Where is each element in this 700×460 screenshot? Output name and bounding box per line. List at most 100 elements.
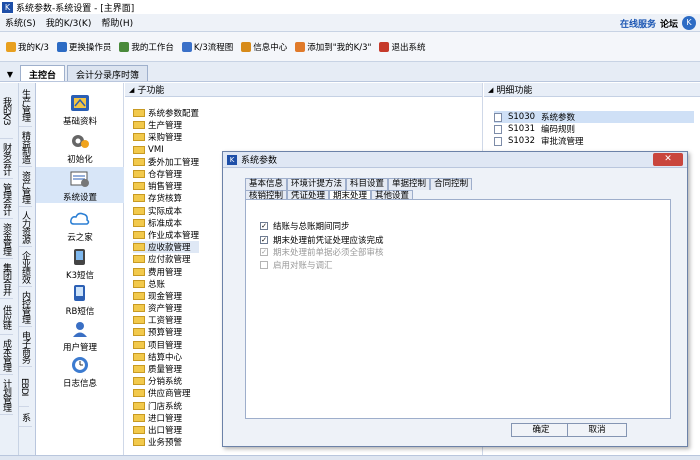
subfunction-item[interactable]: 采购管理 (133, 131, 199, 143)
subfunction-item[interactable]: 生产管理 (133, 119, 199, 131)
nav-management-accounting[interactable]: 管理会计 (0, 179, 13, 219)
nav-my-k3[interactable]: 我的K/3 (0, 83, 13, 139)
online-service-link[interactable]: 在线服务 (620, 17, 656, 30)
folder-icon (133, 316, 145, 325)
tab-menu-chevron-down-icon[interactable]: ▼ (4, 67, 16, 81)
cancel-button[interactable]: 取消 (567, 423, 627, 437)
checkbox[interactable]: ✓ (260, 236, 268, 244)
folder-icon (133, 340, 145, 349)
subfunction-item[interactable]: 销售管理 (133, 180, 199, 192)
tab-account-settings[interactable]: 科目设置 (346, 178, 389, 190)
module-cloud[interactable]: 云之家 (36, 209, 124, 243)
kingdee-icon[interactable]: K (682, 16, 696, 30)
nav-financial-accounting[interactable]: 财务会计 (0, 139, 13, 179)
nav-fund-management[interactable]: 资金管理 (0, 219, 13, 259)
subfunction-item[interactable]: 质量管理 (133, 363, 199, 375)
nav-system[interactable]: 系 (19, 407, 32, 427)
subfunction-item[interactable]: 分销系统 (133, 375, 199, 387)
menu-system[interactable]: 系统(S) (0, 16, 41, 29)
subfunction-item[interactable]: 资产管理 (133, 302, 199, 314)
forum-link[interactable]: 论坛 (660, 17, 678, 30)
toolbar-info-center[interactable]: 信息中心 (237, 41, 291, 53)
subfunction-item[interactable]: 费用管理 (133, 265, 199, 278)
toolbar-my-workbench[interactable]: 我的工作台 (115, 41, 178, 53)
document-icon (494, 112, 502, 122)
module-system-settings[interactable]: 系统设置 (36, 167, 124, 203)
module-base-data[interactable]: 基础资料 (36, 93, 124, 127)
tab-provision-method[interactable]: 环境计提方法 (287, 178, 347, 190)
subfunction-label: 作业成本管理 (148, 230, 200, 241)
subfunction-item[interactable]: 业务预警 (133, 436, 199, 448)
toolbar-flowchart[interactable]: K/3流程图 (178, 41, 237, 53)
nav-enterprise-performance[interactable]: 企业绩效 (19, 247, 32, 287)
subfunction-item[interactable]: 系统参数配置 (133, 107, 199, 119)
subfunction-label: 工资管理 (148, 316, 183, 327)
subfunction-item[interactable]: 供应商管理 (133, 387, 199, 399)
subfunction-item[interactable]: 进口管理 (133, 412, 199, 424)
toolbar-label: 我的K/3 (18, 42, 49, 53)
nav-internal-control[interactable]: 内控管理 (19, 287, 32, 327)
module-k3-sms[interactable]: K3短信 (36, 247, 124, 281)
folder-icon (133, 157, 145, 166)
nav-group-consolidation[interactable]: 集团合并 (0, 259, 13, 299)
nav-cost-management[interactable]: 成本管理 (0, 335, 13, 375)
nav-supply-chain[interactable]: 供应链 (0, 299, 13, 335)
subfunction-item[interactable]: VMI (133, 144, 199, 156)
subfunction-item[interactable]: 作业成本管理 (133, 229, 199, 241)
toolbar-switch-operator[interactable]: 更换操作员 (53, 41, 116, 53)
tab-journal[interactable]: 会计分录序时簿 (67, 65, 149, 81)
module-init[interactable]: 初始化 (36, 131, 124, 165)
subfunction-item[interactable]: 委外加工管理 (133, 156, 199, 168)
detail-item-approval-flow[interactable]: S1032 审批流管理 (494, 135, 694, 147)
cloud-icon (69, 209, 91, 229)
module-rb-sms[interactable]: RB短信 (36, 283, 124, 317)
option-sync-with-gl[interactable]: ✓ 结账与总账期间同步 (260, 220, 350, 232)
subfunction-item[interactable]: 门店系统 (133, 400, 199, 412)
subfunction-item[interactable]: 应收款管理 (133, 241, 200, 254)
subfunction-item[interactable]: 仓存管理 (133, 168, 199, 180)
ok-button[interactable]: 确定 (511, 423, 571, 437)
dialog-close-button[interactable]: ✕ (653, 153, 683, 166)
tab-document-control[interactable]: 单据控制 (388, 178, 431, 190)
subfunction-item[interactable]: 应付款管理 (133, 253, 199, 265)
module-user-management[interactable]: 用户管理 (36, 319, 124, 353)
subfunction-item[interactable]: 标准成本 (133, 217, 199, 229)
subfunction-label: 预算管理 (148, 328, 183, 339)
menu-help[interactable]: 帮助(H) (96, 16, 138, 29)
exit-icon (379, 41, 390, 52)
toolbar-add-to-my-k3[interactable]: 添加到"我的K/3" (291, 41, 375, 53)
nav-asset-management[interactable]: 资产管理 (19, 167, 32, 207)
subfunction-item[interactable]: 结算中心 (133, 351, 199, 363)
tab-main-console[interactable]: 主控台 (20, 65, 66, 81)
detail-item-system-params[interactable]: S1030 系统参数 (494, 111, 694, 123)
collapse-triangle-icon[interactable]: ◢ (129, 86, 134, 94)
folder-icon (133, 352, 145, 361)
collapse-triangle-icon[interactable]: ◢ (488, 86, 493, 94)
subfunction-label: 系统参数配置 (148, 109, 200, 120)
tab-contract-control[interactable]: 合同控制 (430, 178, 473, 190)
nav-plan-management[interactable]: 计划管理 (0, 375, 13, 415)
subfunction-item[interactable]: 总账 (133, 278, 199, 290)
nav-lean-manufacturing[interactable]: 精益制造 (19, 127, 32, 167)
nav-ecommerce[interactable]: 电子商务 (19, 327, 32, 367)
nav-human-resources[interactable]: 人力资源 (19, 207, 32, 247)
nav-ebdi[interactable]: EBDI (19, 367, 29, 407)
folder-icon (133, 328, 145, 337)
subfunction-item[interactable]: 项目管理 (133, 339, 199, 351)
tab-basic-info[interactable]: 基本信息 (245, 178, 288, 190)
subfunction-item[interactable]: 现金管理 (133, 290, 199, 302)
module-log-info[interactable]: 日志信息 (36, 355, 124, 389)
checkbox[interactable]: ✓ (260, 222, 268, 230)
toolbar-my-k3[interactable]: 我的K/3 (2, 41, 53, 53)
subfunction-label: 资产管理 (148, 304, 183, 315)
menu-my-k3[interactable]: 我的K/3(K) (41, 16, 97, 29)
subfunction-item[interactable]: 实际成本 (133, 205, 199, 217)
subfunction-item[interactable]: 工资管理 (133, 314, 199, 326)
detail-item-code-rules[interactable]: S1031 编码规则 (494, 123, 694, 135)
option-voucher-complete[interactable]: ✓ 期末处理前凭证处理应该完成 (260, 234, 384, 246)
subfunction-item[interactable]: 预算管理 (133, 326, 199, 338)
subfunction-item[interactable]: 存货核算 (133, 192, 199, 204)
nav-production[interactable]: 生产管理 (19, 83, 32, 127)
toolbar-exit[interactable]: 退出系统 (375, 41, 429, 53)
subfunction-item[interactable]: 出口管理 (133, 424, 199, 436)
